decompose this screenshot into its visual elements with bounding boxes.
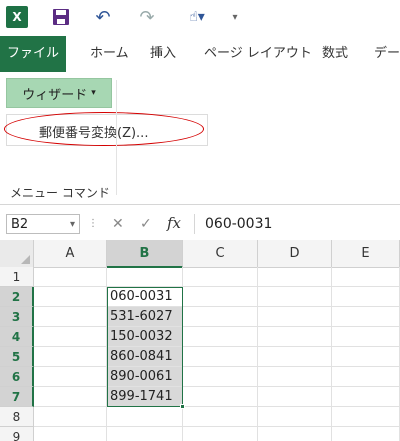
cell[interactable] [332, 367, 400, 387]
cell-b1[interactable] [107, 267, 183, 287]
tab-page-layout[interactable]: ページ レイアウト [192, 36, 324, 72]
cell[interactable] [332, 387, 400, 407]
column-header-b[interactable]: B [107, 240, 183, 268]
row-header[interactable]: 5 [0, 347, 34, 367]
row-header[interactable]: 1 [0, 267, 34, 287]
cell[interactable] [183, 347, 258, 367]
save-icon[interactable] [50, 6, 72, 28]
cell[interactable] [34, 287, 107, 307]
excel-logo-icon: X [6, 6, 28, 28]
tab-file[interactable]: ファイル [0, 36, 66, 72]
cell[interactable] [34, 427, 107, 441]
ribbon-tabs: ファイル ホーム 挿入 ページ レイアウト 数式 デー [0, 36, 400, 73]
enter-icon[interactable]: ✓ [140, 216, 152, 232]
cell[interactable] [332, 427, 400, 441]
cell[interactable] [258, 427, 332, 441]
row-header[interactable]: 9 [0, 427, 34, 441]
column-header-c[interactable]: C [183, 240, 258, 268]
column-header-e[interactable]: E [332, 240, 400, 268]
cell[interactable] [258, 327, 332, 347]
cell[interactable] [258, 407, 332, 427]
row-header[interactable]: 6 [0, 367, 34, 387]
cell-b8[interactable] [107, 407, 183, 427]
cell[interactable] [34, 347, 107, 367]
cell[interactable] [258, 287, 332, 307]
cell[interactable] [332, 267, 400, 287]
row-header[interactable]: 2 [0, 287, 34, 307]
cell[interactable] [183, 307, 258, 327]
select-all-button[interactable] [0, 240, 34, 268]
tab-formulas[interactable]: 数式 [310, 36, 360, 72]
group-label: メニュー コマンド [10, 186, 110, 200]
tab-insert[interactable]: 挿入 [138, 36, 188, 72]
cell[interactable] [183, 367, 258, 387]
cell-b6[interactable]: 890-0061 [107, 367, 183, 387]
cell[interactable] [183, 407, 258, 427]
tab-home[interactable]: ホーム [78, 36, 141, 72]
cell[interactable] [258, 267, 332, 287]
row-header[interactable]: 4 [0, 327, 34, 347]
quick-access-toolbar: X ↶ ↷ ☝▾ ▾ [0, 0, 400, 36]
cell[interactable] [34, 327, 107, 347]
highlight-oval [4, 112, 204, 146]
fill-handle[interactable] [180, 404, 185, 409]
chevron-down-icon: ▾ [91, 88, 96, 98]
wizard-button-label: ウィザード [22, 87, 88, 103]
row-header[interactable]: 8 [0, 407, 34, 427]
cell-b2[interactable]: 060-0031 [107, 287, 183, 307]
cell[interactable] [332, 327, 400, 347]
cell[interactable] [332, 407, 400, 427]
tab-data[interactable]: デー [362, 36, 400, 72]
name-box[interactable]: B2 ▾ [6, 214, 80, 234]
cancel-icon[interactable]: ✕ [112, 216, 124, 232]
cell[interactable] [34, 307, 107, 327]
cell[interactable] [258, 307, 332, 327]
cell[interactable] [183, 387, 258, 407]
group-separator [116, 80, 117, 195]
formula-input[interactable]: 060-0031 [194, 214, 398, 234]
cell-b9[interactable] [107, 427, 183, 441]
cell[interactable] [183, 327, 258, 347]
row-header[interactable]: 3 [0, 307, 34, 327]
cell[interactable] [34, 267, 107, 287]
insert-function-icon[interactable]: fx [167, 214, 181, 232]
name-box-value: B2 [11, 217, 29, 232]
cell-b3[interactable]: 531-6027 [107, 307, 183, 327]
column-header-a[interactable]: A [34, 240, 107, 268]
cell[interactable] [258, 387, 332, 407]
cell[interactable] [183, 287, 258, 307]
chevron-down-icon[interactable]: ▾ [70, 215, 75, 235]
cell[interactable] [258, 347, 332, 367]
cell[interactable] [332, 347, 400, 367]
formula-bar-splitter-icon[interactable]: ⋮ [88, 218, 98, 229]
cell-b7[interactable]: 899-1741 [107, 387, 183, 407]
wizard-button[interactable]: ウィザード ▾ [6, 78, 112, 108]
cell-b4[interactable]: 150-0032 [107, 327, 183, 347]
ribbon-body: ウィザード ▾ 郵便番号変換(Z)... メニュー コマンド [0, 72, 400, 205]
column-header-d[interactable]: D [258, 240, 332, 268]
cell[interactable] [34, 407, 107, 427]
cell[interactable] [183, 267, 258, 287]
cell[interactable] [332, 287, 400, 307]
cell[interactable] [34, 367, 107, 387]
worksheet-grid: A B C D E 1 2 3 4 5 6 7 8 9 060-0031 531… [0, 240, 400, 441]
cell[interactable] [183, 427, 258, 441]
cell-b5[interactable]: 860-0841 [107, 347, 183, 367]
formula-bar: B2 ▾ ⋮ ✕ ✓ fx 060-0031 [0, 210, 400, 241]
cell[interactable] [258, 367, 332, 387]
customize-qat-icon[interactable]: ▾ [228, 6, 242, 28]
redo-icon[interactable]: ↷ [136, 6, 158, 28]
cell[interactable] [34, 387, 107, 407]
undo-icon[interactable]: ↶ [92, 6, 114, 28]
cell[interactable] [332, 307, 400, 327]
row-header[interactable]: 7 [0, 387, 34, 407]
touch-mode-icon[interactable]: ☝▾ [180, 6, 214, 28]
